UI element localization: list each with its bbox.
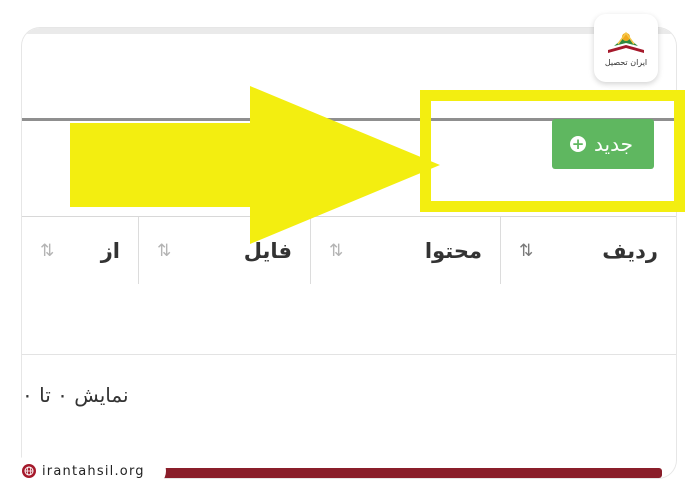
column-header-content[interactable]: محتوا ⇅ [310, 217, 500, 285]
sort-icon[interactable]: ⇅ [329, 241, 343, 261]
table-header: ردیف ⇅ محتوا ⇅ فایل ⇅ از ⇅ [22, 216, 676, 286]
column-header-label: از [100, 239, 120, 263]
pagination-info: نمایش ۰ تا ۰ [22, 383, 129, 407]
column-header-label: فایل [243, 239, 292, 263]
sort-icon[interactable]: ⇅ [157, 241, 171, 261]
website-url: irantahsil.org [42, 463, 145, 479]
column-header-from[interactable]: از ⇅ [22, 217, 138, 285]
book-logo-icon [608, 31, 644, 53]
logo-text: ایران تحصیل [604, 57, 648, 67]
sort-active-icon[interactable]: ⇅ [519, 241, 533, 261]
column-header-file[interactable]: فایل ⇅ [138, 217, 310, 285]
brand-logo: ایران تحصیل [594, 14, 658, 82]
website-badge[interactable]: irantahsil.org [14, 455, 166, 487]
globe-icon [22, 464, 36, 478]
panel-top-edge [22, 28, 676, 34]
sort-icon[interactable]: ⇅ [40, 241, 54, 261]
column-header-label: ردیف [602, 239, 658, 263]
table-empty-row [22, 284, 676, 355]
column-header-row-number[interactable]: ردیف ⇅ [500, 217, 676, 285]
highlight-box [420, 90, 685, 212]
column-header-label: محتوا [424, 239, 482, 263]
